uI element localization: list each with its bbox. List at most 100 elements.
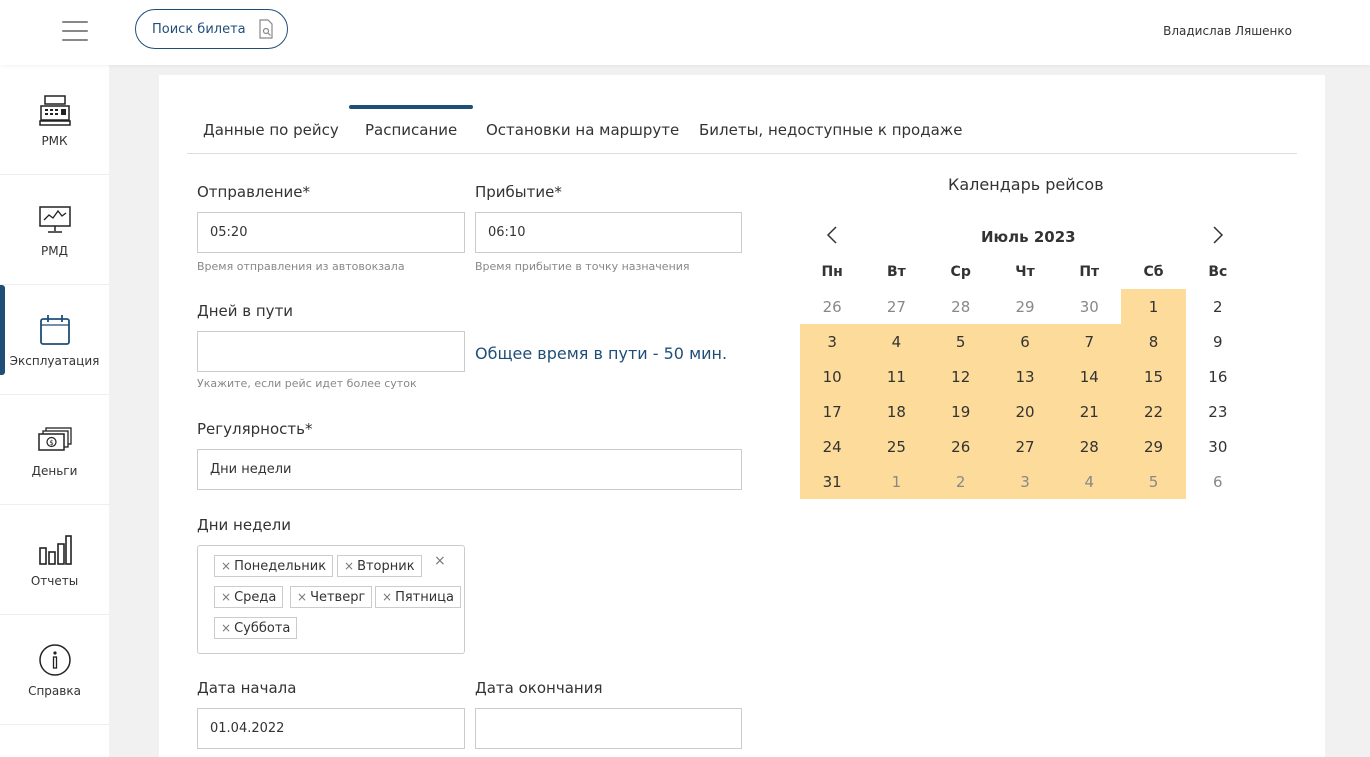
sidebar-item-reports[interactable]: Отчеты [0, 505, 109, 615]
calendar-day-scheduled[interactable]: 4 [864, 324, 929, 359]
tab-route-stops[interactable]: Остановки на маршруте [486, 105, 679, 154]
calendar-day-scheduled[interactable]: 6 [992, 324, 1058, 359]
calendar-day-scheduled[interactable]: 14 [1057, 359, 1122, 394]
sidebar-item-rmk[interactable]: РМК [0, 65, 109, 175]
tag-remove-icon[interactable]: × [382, 590, 392, 604]
weekday-tag-label: Среда [234, 589, 277, 605]
tag-remove-icon[interactable]: × [221, 559, 231, 573]
departure-label: Отправление* [197, 183, 311, 201]
svg-text:$: $ [49, 439, 53, 447]
calendar-day-scheduled[interactable]: 21 [1057, 394, 1122, 429]
chevron-right-icon[interactable] [1207, 225, 1227, 245]
sidebar-item-label: Справка [28, 683, 81, 698]
calendar-day[interactable]: 27 [864, 289, 928, 324]
calendar-day-scheduled[interactable]: 25 [864, 429, 929, 464]
bar-chart-icon [38, 534, 72, 565]
tag-remove-icon[interactable]: × [221, 590, 231, 604]
arrival-time-input[interactable] [475, 212, 742, 253]
calendar-day-scheduled[interactable]: 2 [928, 464, 993, 499]
weekday-tag[interactable]: × Вторник [337, 555, 422, 577]
calendar-week-row: 24 25 26 27 28 29 30 [800, 429, 1250, 464]
calendar-week-row: 31 1 2 3 4 5 6 [800, 464, 1250, 499]
clear-all-icon[interactable]: × [434, 553, 446, 569]
tab-trip-data[interactable]: Данные по рейсу [203, 105, 339, 154]
calendar-day-scheduled[interactable]: 12 [928, 359, 993, 394]
weekday-tag-label: Четверг [310, 589, 366, 605]
ticket-search-icon [259, 19, 273, 39]
calendar-day-scheduled[interactable]: 8 [1121, 324, 1186, 359]
calendar-day-scheduled[interactable]: 19 [928, 394, 993, 429]
start-date-label: Дата начала [197, 679, 297, 697]
chevron-left-icon[interactable] [823, 225, 843, 245]
calendar-day-scheduled[interactable]: 28 [1057, 429, 1122, 464]
weekday-tag[interactable]: × Понедельник [214, 555, 334, 577]
tag-remove-icon[interactable]: × [344, 559, 354, 573]
weekday-tag[interactable]: × Пятница [375, 586, 461, 608]
end-date-input[interactable] [475, 708, 742, 749]
departure-time-input[interactable] [197, 212, 465, 253]
calendar-day-scheduled[interactable]: 31 [800, 464, 865, 499]
weekday-tag[interactable]: × Суббота [214, 617, 298, 639]
calendar-day[interactable]: 30 [1057, 289, 1121, 324]
calendar-day[interactable]: 29 [993, 289, 1057, 324]
calendar-day-scheduled[interactable]: 13 [992, 359, 1058, 394]
sidebar-item-help[interactable]: Справка [0, 615, 109, 725]
calendar-day-scheduled[interactable]: 7 [1057, 324, 1122, 359]
calendar-day[interactable]: 6 [1186, 464, 1250, 499]
calendar-week-row: 26 27 28 29 30 1 2 [800, 289, 1250, 324]
tab-schedule[interactable]: Расписание [349, 105, 474, 154]
tab-bar: Данные по рейсу Расписание Остановки на … [187, 105, 1297, 154]
calendar-day-scheduled[interactable]: 10 [800, 359, 865, 394]
calendar-day-scheduled[interactable]: 4 [1057, 464, 1122, 499]
calendar-day-scheduled[interactable]: 5 [1121, 464, 1186, 499]
calendar-day[interactable]: 30 [1186, 429, 1250, 464]
weekday-tag[interactable]: × Четверг [290, 586, 373, 608]
days-in-transit-input[interactable] [197, 331, 465, 372]
sidebar-item-rmd[interactable]: РМД [0, 175, 109, 285]
calendar-day[interactable]: 28 [929, 289, 993, 324]
calendar-day-scheduled[interactable]: 18 [864, 394, 929, 429]
calendar-day[interactable]: 26 [800, 289, 864, 324]
sidebar: РМК РМД Эксплуатация $ Деньги Отчеты Спр… [0, 65, 109, 757]
calendar-weekday-header: Вс [1208, 263, 1228, 280]
sidebar-item-label: Деньги [31, 463, 78, 478]
arrival-label: Прибытие* [475, 183, 562, 201]
sidebar-item-money[interactable]: $ Деньги [0, 395, 109, 505]
calendar-day-scheduled[interactable]: 26 [928, 429, 993, 464]
sidebar-item-operation[interactable]: Эксплуатация [0, 285, 109, 395]
calendar-day[interactable]: 9 [1186, 324, 1250, 359]
tag-remove-icon[interactable]: × [221, 621, 231, 635]
weekday-tag[interactable]: × Среда [214, 586, 284, 608]
tab-unavailable-tickets[interactable]: Билеты, недоступные к продаже [699, 105, 963, 154]
calendar-weekday-header: Ср [950, 263, 971, 280]
sidebar-item-label: Эксплуатация [9, 353, 100, 368]
regularity-select[interactable] [197, 449, 742, 490]
calendar-day-scheduled[interactable]: 24 [800, 429, 865, 464]
weekday-tag-label: Суббота [234, 620, 291, 636]
tag-remove-icon[interactable]: × [297, 590, 307, 604]
calendar-day-scheduled[interactable]: 3 [992, 464, 1058, 499]
calendar-day-scheduled[interactable]: 15 [1121, 359, 1186, 394]
calendar-day-scheduled[interactable]: 3 [800, 324, 865, 359]
calendar-day[interactable]: 2 [1186, 289, 1250, 324]
money-icon: $ [37, 426, 72, 451]
calendar-day-scheduled[interactable]: 29 [1121, 429, 1186, 464]
calendar-day-scheduled[interactable]: 20 [992, 394, 1058, 429]
calendar-weekday-header: Вт [887, 263, 906, 280]
calendar-day-scheduled[interactable]: 27 [992, 429, 1058, 464]
calendar-day-scheduled[interactable]: 11 [864, 359, 929, 394]
info-icon [38, 643, 71, 676]
calendar-day-scheduled[interactable]: 1 [1121, 289, 1186, 324]
calendar-day[interactable]: 23 [1186, 394, 1250, 429]
calendar-day[interactable]: 16 [1186, 359, 1250, 394]
search-ticket-button[interactable]: Поиск билета [135, 9, 288, 49]
calendar-day-scheduled[interactable]: 5 [928, 324, 993, 359]
hamburger-menu-icon[interactable] [62, 21, 88, 43]
weekdays-multiselect[interactable]: × Понедельник × Вторник × Среда × Четвер… [197, 545, 465, 654]
regularity-label: Регулярность* [197, 420, 313, 438]
calendar-day-scheduled[interactable]: 1 [864, 464, 929, 499]
user-name[interactable]: Владислав Ляшенко [1163, 24, 1292, 38]
calendar-day-scheduled[interactable]: 22 [1121, 394, 1186, 429]
calendar-day-scheduled[interactable]: 17 [800, 394, 865, 429]
start-date-input[interactable] [197, 708, 465, 749]
